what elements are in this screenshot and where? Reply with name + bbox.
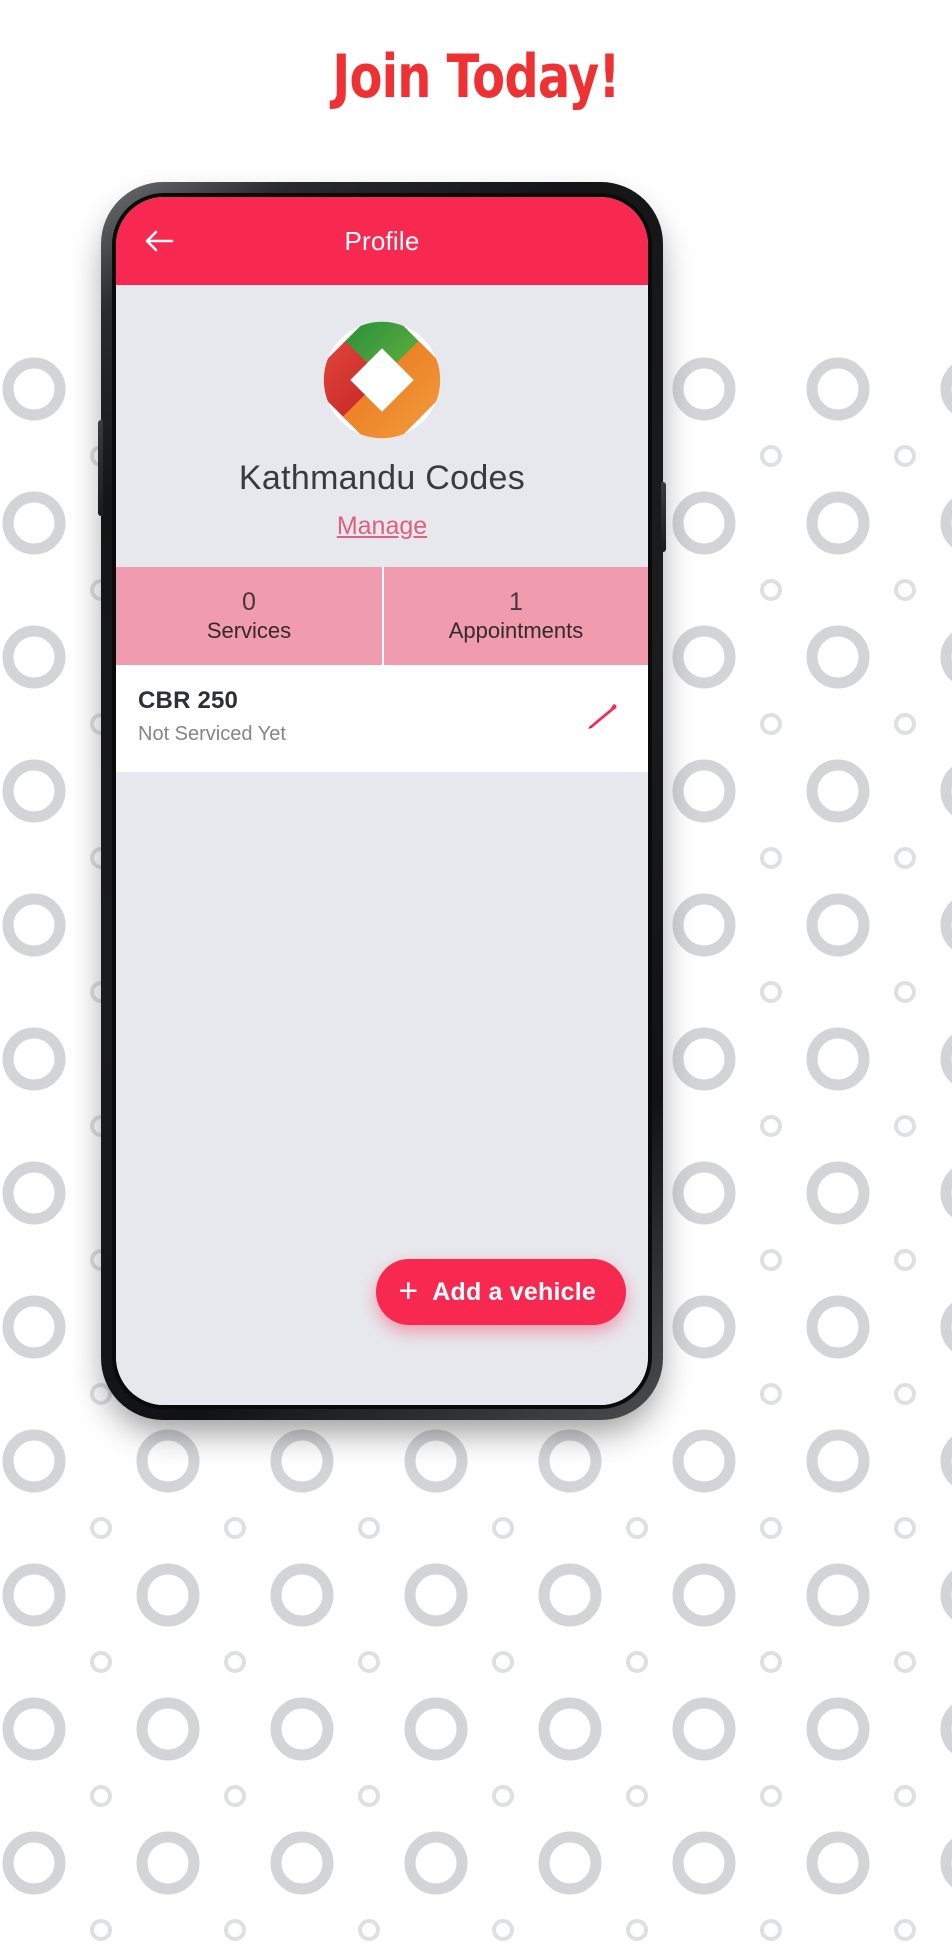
phone-frame: Profile Kathmandu Codes Manage 0 Service… [98, 182, 666, 1420]
edit-vehicle-button[interactable] [578, 693, 626, 741]
business-name: Kathmandu Codes [238, 459, 526, 497]
power-button[interactable] [661, 482, 666, 552]
list-item[interactable]: CBR 250 Not Serviced Yet [116, 665, 648, 772]
vehicle-status: Not Serviced Yet [138, 723, 286, 745]
add-vehicle-button[interactable]: + Add a vehicle [376, 1259, 626, 1325]
stats-row: 0 Services 1 Appointments [116, 567, 648, 665]
manage-link[interactable]: Manage [337, 512, 427, 541]
vehicle-info: CBR 250 Not Serviced Yet [138, 687, 578, 746]
stat-value: 0 [242, 588, 256, 616]
vehicle-list: CBR 250 Not Serviced Yet [116, 665, 648, 772]
app-content-area: + Add a vehicle [116, 772, 648, 1405]
vehicle-name: CBR 250 [138, 687, 239, 714]
volume-button[interactable] [98, 420, 103, 516]
stat-value: 1 [509, 588, 523, 616]
arrow-left-icon [145, 230, 174, 252]
pencil-icon [588, 703, 617, 729]
plus-icon: + [398, 1272, 419, 1310]
stat-appointments[interactable]: 1 Appointments [382, 567, 648, 665]
stat-services[interactable]: 0 Services [116, 567, 382, 665]
phone-screen: Profile Kathmandu Codes Manage 0 Service… [116, 197, 648, 1405]
page-title: Profile [344, 225, 420, 256]
back-button[interactable] [138, 220, 180, 262]
app-header: Profile [116, 197, 648, 285]
stat-label: Appointments [448, 618, 584, 643]
add-vehicle-label: Add a vehicle [432, 1277, 596, 1306]
page-headline: Join Today! [332, 42, 620, 112]
phone-mockup: Profile Kathmandu Codes Manage 0 Service… [98, 180, 666, 1422]
stat-label: Services [206, 618, 292, 643]
profile-section: Kathmandu Codes Manage [116, 285, 648, 567]
app-logo-icon [321, 319, 443, 441]
phone-bezel: Profile Kathmandu Codes Manage 0 Service… [112, 193, 652, 1409]
promo-screenshot: Join Today! Profile Kathmandu Codes Mana… [0, 0, 952, 1950]
